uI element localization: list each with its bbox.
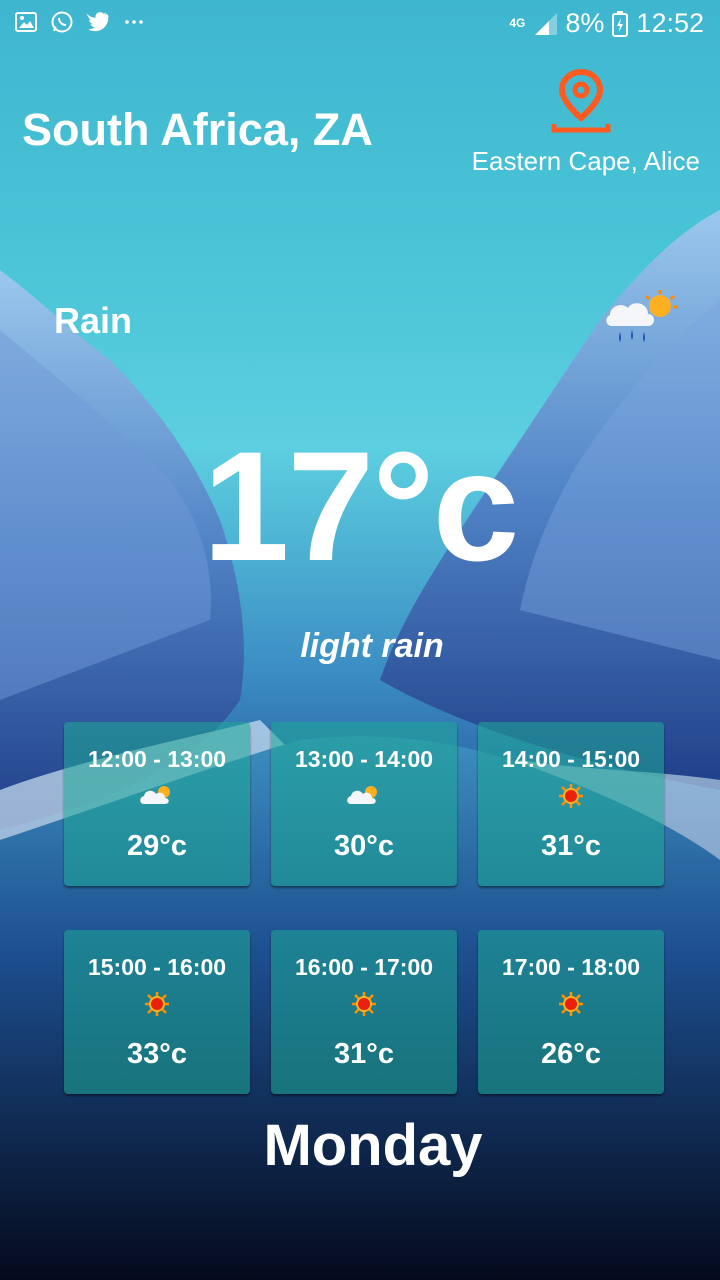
hourly-temperature: 26°c bbox=[541, 1038, 601, 1070]
sun-icon bbox=[145, 992, 169, 1016]
hourly-time: 17:00 - 18:00 bbox=[501, 954, 641, 980]
gallery-icon bbox=[15, 12, 37, 32]
hourly-time: 12:00 - 13:00 bbox=[87, 746, 227, 772]
hourly-temperature: 29°c bbox=[127, 830, 187, 862]
status-bar: 4G 8% 12:52 bbox=[0, 0, 720, 48]
partly-cloudy-icon bbox=[140, 786, 170, 804]
battery-percent: 8% bbox=[565, 8, 605, 38]
signal-icon bbox=[535, 12, 558, 35]
hourly-temperature: 30°c bbox=[334, 830, 394, 862]
battery-icon bbox=[612, 10, 629, 37]
sun-icon bbox=[559, 784, 583, 808]
hourly-card[interactable]: 13:00 - 14:00 30°c bbox=[271, 722, 457, 886]
hourly-card[interactable]: 17:00 - 18:00 26°c bbox=[478, 930, 664, 1094]
hourly-card[interactable]: 14:00 - 15:00 31°c bbox=[478, 722, 664, 886]
clock: 12:52 bbox=[636, 8, 704, 38]
hourly-time: 14:00 - 15:00 bbox=[501, 746, 641, 772]
hourly-time: 15:00 - 16:00 bbox=[87, 954, 227, 980]
day-label: Monday bbox=[263, 1113, 483, 1178]
sun-icon bbox=[352, 992, 376, 1016]
hourly-time: 13:00 - 14:00 bbox=[294, 746, 434, 772]
hourly-card[interactable]: 16:00 - 17:00 31°c bbox=[271, 930, 457, 1094]
hourly-temperature: 31°c bbox=[541, 830, 601, 862]
country-title: South Africa, ZA bbox=[22, 104, 373, 155]
more-dots-icon bbox=[125, 20, 143, 24]
partly-cloudy-icon bbox=[347, 786, 377, 804]
rain-sun-icon bbox=[606, 290, 678, 342]
twitter-icon bbox=[86, 12, 109, 32]
region-label: Eastern Cape, Alice bbox=[471, 146, 700, 176]
current-temperature: 17°c bbox=[202, 420, 520, 594]
sun-icon bbox=[559, 992, 583, 1016]
weather-description: light rain bbox=[300, 627, 444, 665]
network-type: 4G bbox=[509, 16, 526, 30]
hourly-temperature: 33°c bbox=[127, 1038, 187, 1070]
hourly-temperature: 31°c bbox=[334, 1038, 394, 1070]
hourly-card[interactable]: 15:00 - 16:00 33°c bbox=[64, 930, 250, 1094]
location-pin-icon[interactable] bbox=[550, 68, 612, 134]
condition-label: Rain bbox=[54, 300, 133, 341]
hourly-card[interactable]: 12:00 - 13:00 29°c bbox=[64, 722, 250, 886]
whatsapp-icon bbox=[51, 11, 73, 33]
hourly-time: 16:00 - 17:00 bbox=[294, 954, 434, 980]
